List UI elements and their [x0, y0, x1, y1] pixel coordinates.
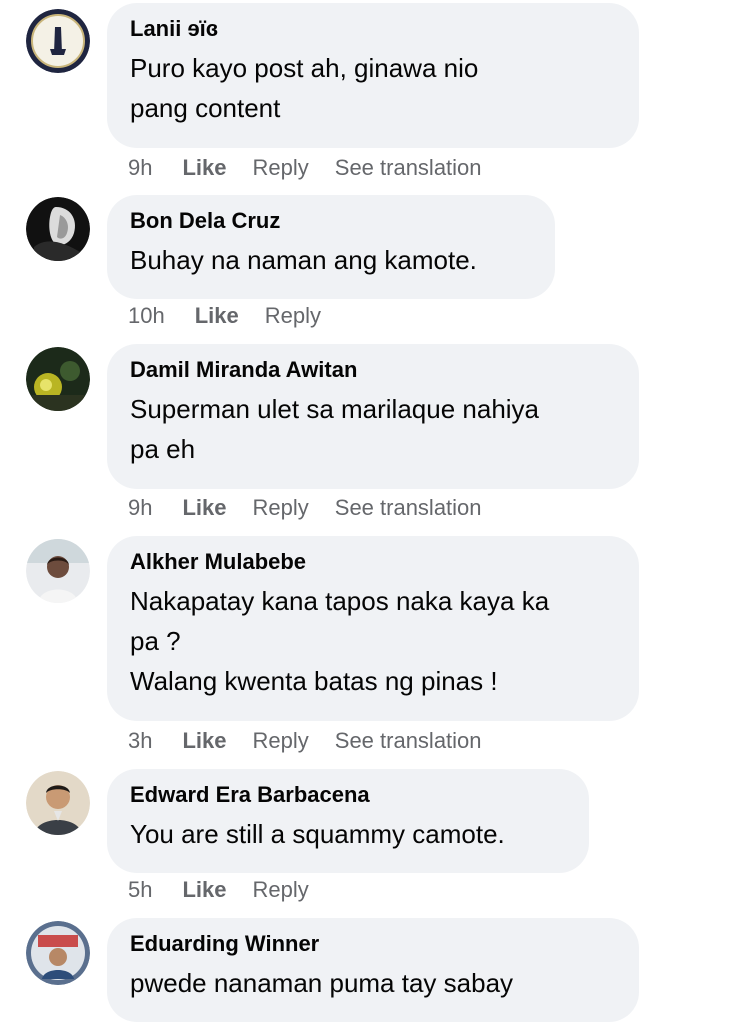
avatar-badge-icon [26, 9, 90, 73]
comment-timestamp[interactable]: 3h [128, 728, 152, 754]
avatar-photo-icon [26, 197, 90, 261]
comment-bubble: Lanii ɘïɞ Puro kayo post ah, ginawa nio … [107, 3, 639, 148]
like-button[interactable]: Like [195, 303, 239, 329]
avatar-photo-icon [26, 347, 90, 411]
comment-timestamp[interactable]: 10h [128, 303, 165, 329]
user-avatar[interactable] [26, 9, 90, 73]
avatar-photo-icon [26, 921, 90, 985]
user-avatar[interactable] [26, 539, 90, 603]
comment-actions: 9h Like Reply See translation [128, 495, 508, 521]
comment-bubble: Damil Miranda Awitan Superman ulet sa ma… [107, 344, 639, 489]
user-avatar[interactable] [26, 197, 90, 261]
comment-bubble: Alkher Mulabebe Nakapatay kana tapos nak… [107, 536, 639, 721]
user-avatar[interactable] [26, 921, 90, 985]
comment-bubble: Edward Era Barbacena You are still a squ… [107, 769, 589, 873]
comment-text: pwede nanaman puma tay sabay [130, 968, 514, 998]
see-translation-link[interactable]: See translation [335, 728, 482, 754]
commenter-name[interactable]: Alkher Mulabebe [130, 549, 616, 575]
user-avatar[interactable] [26, 771, 90, 835]
like-button[interactable]: Like [182, 495, 226, 521]
like-button[interactable]: Like [182, 728, 226, 754]
reply-button[interactable]: Reply [253, 155, 309, 181]
commenter-name[interactable]: Bon Dela Cruz [130, 208, 532, 234]
like-button[interactable]: Like [182, 877, 226, 903]
avatar-photo-icon [26, 539, 90, 603]
comment-text: Buhay na naman ang kamote. [130, 245, 477, 275]
comment-timestamp[interactable]: 9h [128, 155, 152, 181]
reply-button[interactable]: Reply [253, 495, 309, 521]
reply-button[interactable]: Reply [265, 303, 321, 329]
see-translation-link[interactable]: See translation [335, 155, 482, 181]
comment-timestamp[interactable]: 5h [128, 877, 152, 903]
avatar-photo-icon [26, 771, 90, 835]
user-avatar[interactable] [26, 347, 90, 411]
commenter-name[interactable]: Eduarding Winner [130, 931, 616, 957]
comment-bubble: Eduarding Winner pwede nanaman puma tay … [107, 918, 639, 1022]
comment-text: Nakapatay kana tapos naka kaya ka pa ? W… [130, 586, 550, 696]
comment-text: Puro kayo post ah, ginawa nio pang conte… [130, 53, 479, 123]
comment-text: Superman ulet sa marilaque nahiya pa eh [130, 394, 540, 464]
comment-actions: 5h Like Reply [128, 877, 335, 903]
comment-text: You are still a squammy camote. [130, 819, 505, 849]
comment-bubble: Bon Dela Cruz Buhay na naman ang kamote. [107, 195, 555, 299]
comment-actions: 10h Like Reply [128, 303, 347, 329]
reply-button[interactable]: Reply [253, 877, 309, 903]
commenter-name[interactable]: Edward Era Barbacena [130, 782, 566, 808]
reply-button[interactable]: Reply [253, 728, 309, 754]
commenter-name[interactable]: Lanii ɘïɞ [130, 16, 616, 42]
comment-actions: 9h Like Reply See translation [128, 155, 508, 181]
comment-timestamp[interactable]: 9h [128, 495, 152, 521]
commenter-name[interactable]: Damil Miranda Awitan [130, 357, 616, 383]
comment-actions: 3h Like Reply See translation [128, 728, 508, 754]
see-translation-link[interactable]: See translation [335, 495, 482, 521]
like-button[interactable]: Like [182, 155, 226, 181]
